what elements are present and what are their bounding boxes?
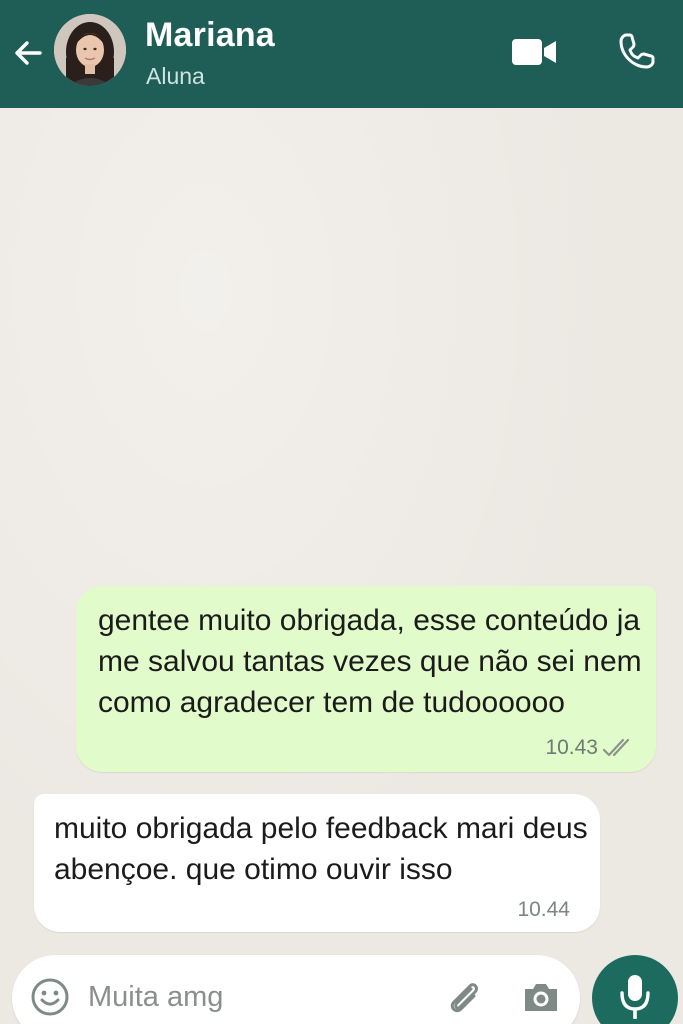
attach-button[interactable]	[444, 977, 484, 1017]
back-arrow-icon	[15, 41, 42, 65]
outgoing-message[interactable]: gentee muito obrigada, esse conteúdo ja …	[76, 586, 656, 772]
message-input[interactable]: Muita amg	[88, 975, 408, 1019]
message-time: 10.44	[517, 898, 570, 921]
camera-icon	[525, 984, 557, 1011]
back-button[interactable]	[8, 33, 48, 73]
contact-photo	[54, 14, 126, 86]
emoji-button[interactable]	[28, 975, 72, 1019]
voice-call-button[interactable]	[614, 28, 660, 74]
video-camera-icon	[512, 39, 556, 65]
emoji-icon	[31, 978, 69, 1016]
incoming-message[interactable]: muito obrigada pelo feedback mari deus a…	[34, 794, 600, 932]
microphone-icon	[620, 975, 650, 1019]
paperclip-icon	[450, 983, 478, 1013]
message-time: 10.43	[545, 736, 598, 759]
contact-status[interactable]: Aluna	[146, 63, 205, 90]
message-text: gentee muito obrigada, esse conteúdo ja …	[98, 604, 642, 719]
avatar[interactable]	[54, 14, 126, 86]
message-composer: Muita amg	[12, 955, 580, 1024]
contact-name[interactable]: Mariana	[145, 16, 275, 55]
phone-icon	[619, 33, 655, 69]
camera-button[interactable]	[520, 977, 562, 1017]
double-check-icon	[602, 738, 630, 757]
video-call-button[interactable]	[508, 30, 560, 74]
chat-header: Mariana Aluna	[0, 0, 683, 108]
message-text: muito obrigada pelo feedback mari deus a…	[54, 812, 588, 886]
